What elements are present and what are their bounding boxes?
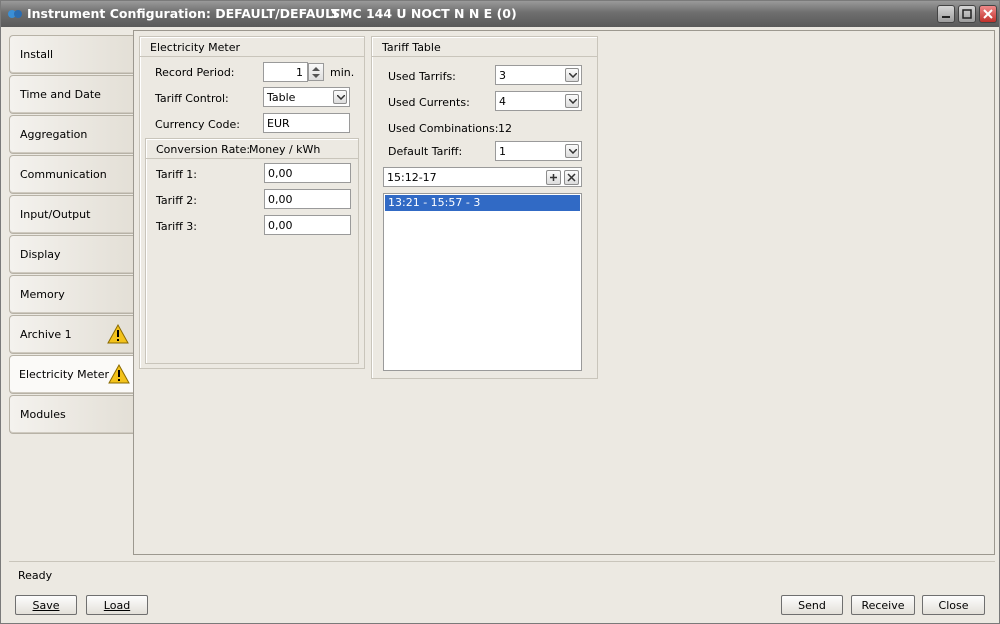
content-panel: Electricity Meter Record Period: 1 min. …	[133, 30, 995, 555]
group-header: Tariff Table	[372, 37, 597, 57]
chevron-down-icon[interactable]	[565, 68, 579, 82]
delete-icon	[567, 173, 576, 182]
spin-down-icon[interactable]	[309, 72, 323, 80]
title-bar[interactable]: Instrument Configuration: DEFAULT/DEFAUL…	[1, 1, 999, 27]
tab-memory[interactable]: Memory	[9, 275, 134, 314]
tab-label: Input/Output	[20, 208, 91, 221]
tab-label: Electricity Meter	[19, 368, 109, 381]
close-icon	[983, 9, 993, 19]
record-period-input[interactable]: 1	[263, 62, 308, 82]
status-text: Ready	[18, 569, 53, 582]
currency-code-input[interactable]: EUR	[263, 113, 350, 133]
tariff-entry-input[interactable]: 15:12-17	[383, 167, 582, 187]
group-header: Conversion Rate: Money / kWh	[146, 139, 358, 159]
used-tariffs-select[interactable]: 3	[495, 65, 582, 85]
minimize-button[interactable]	[937, 5, 955, 23]
tariff-3-input[interactable]: 0,00	[264, 215, 351, 235]
default-tariff-value: 1	[499, 145, 506, 158]
close-window-button[interactable]	[979, 5, 997, 23]
minimize-icon	[942, 16, 950, 18]
tab-input-output[interactable]: Input/Output	[9, 195, 134, 234]
tariff-control-value: Table	[267, 91, 296, 104]
group-header: Electricity Meter	[140, 37, 364, 57]
used-currents-value: 4	[499, 95, 506, 108]
record-period-spinner[interactable]	[308, 63, 324, 81]
group-title: Electricity Meter	[150, 41, 240, 54]
tab-aggregation[interactable]: Aggregation	[9, 115, 134, 154]
electricity-meter-group: Electricity Meter Record Period: 1 min. …	[139, 36, 365, 369]
default-tariff-label: Default Tariff:	[388, 145, 463, 158]
used-combinations-value: 12	[498, 122, 512, 135]
tab-electricity-meter[interactable]: Electricity Meter	[9, 355, 135, 394]
tariff-1-input[interactable]: 0,00	[264, 163, 351, 183]
app-icon	[8, 10, 22, 18]
tab-label: Communication	[20, 168, 107, 181]
close-button[interactable]: Close	[922, 595, 985, 615]
close-label: Close	[938, 599, 969, 612]
load-button[interactable]: Load	[86, 595, 148, 615]
tab-label: Install	[20, 48, 54, 61]
tariff-entries-list[interactable]: 13:21 - 15:57 - 3	[383, 193, 582, 371]
maximize-button[interactable]	[958, 5, 976, 23]
tab-modules[interactable]: Modules	[9, 395, 134, 434]
send-label: Send	[798, 599, 826, 612]
chevron-down-icon[interactable]	[565, 94, 579, 108]
tariff-entry-value: 15:12-17	[387, 171, 437, 184]
record-period-label: Record Period:	[155, 66, 235, 79]
used-combinations-label: Used Combinations:	[388, 122, 499, 135]
remove-entry-button[interactable]	[564, 170, 579, 185]
tab-display[interactable]: Display	[9, 235, 134, 274]
maximize-icon	[962, 9, 972, 19]
conversion-rate-label: Conversion Rate:	[156, 143, 251, 156]
add-entry-button[interactable]	[546, 170, 561, 185]
tab-communication[interactable]: Communication	[9, 155, 134, 194]
warning-icon	[108, 364, 130, 384]
main-window: Instrument Configuration: DEFAULT/DEFAUL…	[0, 0, 1000, 624]
tab-label: Archive 1	[20, 328, 72, 341]
save-label: Save	[32, 599, 60, 612]
tariff-2-input[interactable]: 0,00	[264, 189, 351, 209]
warning-icon	[107, 324, 129, 344]
window-title: Instrument Configuration: DEFAULT/DEFAUL…	[27, 6, 340, 21]
tab-label: Time and Date	[20, 88, 101, 101]
tariff-3-label: Tariff 3:	[156, 220, 197, 233]
load-label: Load	[103, 599, 131, 612]
tariff-1-label: Tariff 1:	[156, 168, 197, 181]
window-subtitle: SMC 144 U NOCT N N E (0)	[331, 6, 517, 21]
used-currents-label: Used Currents:	[388, 96, 470, 109]
save-button[interactable]: Save	[15, 595, 77, 615]
receive-label: Receive	[861, 599, 905, 612]
chevron-down-icon[interactable]	[565, 144, 579, 158]
send-button[interactable]: Send	[781, 595, 843, 615]
chevron-down-icon[interactable]	[333, 90, 347, 104]
tab-install[interactable]: Install	[9, 35, 134, 74]
record-period-unit: min.	[330, 66, 355, 79]
currency-code-label: Currency Code:	[155, 118, 240, 131]
used-tariffs-label: Used Tarrifs:	[388, 70, 456, 83]
conversion-rate-group: Conversion Rate: Money / kWh Tariff 1: 0…	[145, 138, 359, 364]
list-item[interactable]: 13:21 - 15:57 - 3	[385, 195, 580, 211]
tariff-control-select[interactable]: Table	[263, 87, 350, 107]
tariff-table-group: Tariff Table Used Tarrifs: 3 Used Curren…	[371, 36, 598, 379]
tab-label: Display	[20, 248, 61, 261]
receive-button[interactable]: Receive	[851, 595, 915, 615]
status-bar: Ready	[9, 561, 995, 589]
used-tariffs-value: 3	[499, 69, 506, 82]
tab-label: Aggregation	[20, 128, 88, 141]
tab-archive-1[interactable]: Archive 1	[9, 315, 134, 354]
used-currents-select[interactable]: 4	[495, 91, 582, 111]
tab-label: Modules	[20, 408, 66, 421]
default-tariff-select[interactable]: 1	[495, 141, 582, 161]
tariff-2-label: Tariff 2:	[156, 194, 197, 207]
tab-time-and-date[interactable]: Time and Date	[9, 75, 134, 114]
conversion-rate-unit: Money / kWh	[249, 143, 321, 156]
tab-label: Memory	[20, 288, 65, 301]
group-title: Tariff Table	[382, 41, 441, 54]
tariff-control-label: Tariff Control:	[155, 92, 229, 105]
plus-icon	[550, 174, 557, 181]
spin-up-icon[interactable]	[309, 64, 323, 72]
